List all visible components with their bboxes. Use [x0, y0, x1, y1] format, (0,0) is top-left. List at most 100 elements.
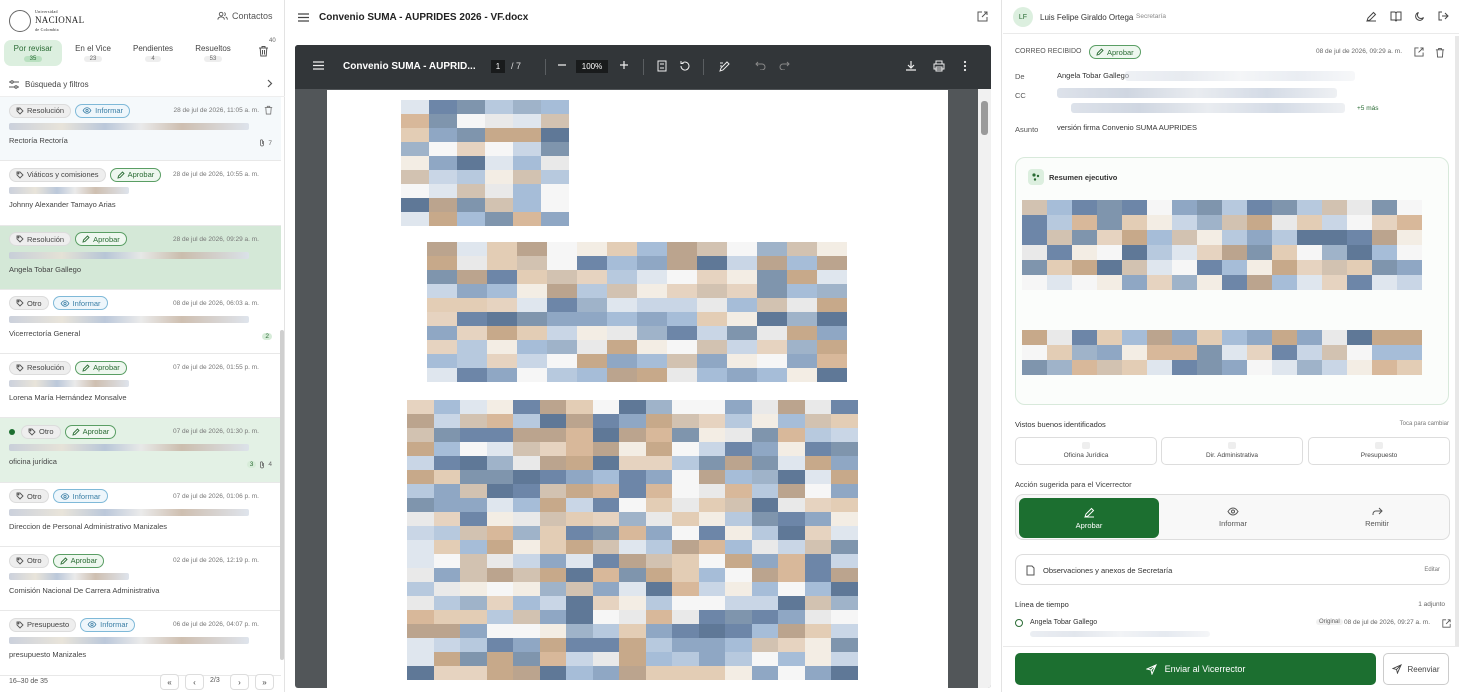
mail-item[interactable]: Otro Aprobar 02 de jul de 2026, 12:19 p. m… [0, 547, 281, 612]
category-chip: Otro [9, 489, 49, 504]
paperclip-icon [259, 139, 265, 147]
more-options-icon[interactable] [963, 60, 967, 72]
mail-item[interactable]: Resolución Aprobar 07 de jul de 2026, 01:5… [0, 354, 281, 419]
mail-date: 28 de jul de 2026, 10:55 a. m. [172, 171, 259, 179]
visto-dir-administrativa[interactable]: Dir. Administrativa [1161, 437, 1303, 465]
pencil-icon [59, 556, 68, 565]
pdf-viewer: Convenio SUMA - AUPRID... 1 / 7 100% [295, 45, 991, 688]
page-number-input[interactable]: 1 [491, 60, 505, 73]
tab-resueltos[interactable]: Resueltos 53 [184, 40, 242, 66]
logo-seal-icon [9, 9, 31, 32]
action-remitir[interactable]: Remitir [1307, 498, 1447, 538]
moon-icon[interactable] [1415, 11, 1425, 22]
mail-item[interactable]: Viáticos y comisiones Aprobar 28 de jul de… [0, 161, 281, 226]
prev-page-button[interactable]: ‹ [185, 674, 204, 690]
last-page-button[interactable]: » [255, 674, 274, 690]
redacted-summary-block-2 [1022, 330, 1422, 375]
next-page-button[interactable]: › [230, 674, 249, 690]
pencil-icon [82, 235, 90, 243]
mail-counts: 34 [246, 461, 272, 469]
hamburger-icon[interactable] [298, 12, 309, 22]
contacts-button[interactable]: Contactos [217, 11, 273, 21]
users-icon [217, 11, 228, 21]
action-informar[interactable]: Informar [1163, 498, 1303, 538]
mail-counts: 2 [262, 333, 272, 341]
action-chip: Informar [75, 103, 131, 118]
rotate-icon[interactable] [679, 60, 691, 72]
document-icon [1026, 565, 1035, 576]
tag-icon [16, 621, 24, 629]
redacted-subject [9, 508, 249, 516]
tab-por-revisar[interactable]: Por revisar 35 [4, 40, 62, 66]
document-page [327, 90, 948, 688]
redacted-subject [9, 251, 249, 259]
category-chip: Otro [9, 553, 49, 568]
timeline-entry-name: Angela Tobar Gallego [1030, 619, 1098, 626]
visto-presupuesto[interactable]: Presupuesto [1308, 437, 1450, 465]
open-external-icon[interactable] [1442, 619, 1451, 628]
redacted-subject [9, 573, 129, 581]
category-chip: Otro [9, 296, 49, 311]
subject-value: versión firma Convenio SUMA AUPRIDES [1057, 123, 1198, 132]
search-and-filters[interactable]: Búsqueda y filtros [0, 72, 285, 97]
send-icon [1392, 664, 1403, 674]
action-chip: Aprobar [64, 424, 117, 439]
zoom-in-button[interactable] [619, 60, 629, 70]
mail-item[interactable]: Otro Informar 07 de jul de 2026, 01:06 p. … [0, 483, 281, 548]
download-icon[interactable] [905, 60, 917, 72]
undo-icon[interactable] [755, 60, 766, 70]
tab-pendientes[interactable]: Pendientes 4 [124, 40, 182, 66]
first-page-button[interactable]: « [160, 674, 179, 690]
cc-more-link[interactable]: +5 más [1357, 105, 1379, 112]
menu-icon[interactable] [313, 61, 324, 70]
detail-scrollbar[interactable] [1455, 36, 1459, 656]
logout-icon[interactable] [1438, 11, 1449, 22]
redacted-summary-block [1022, 200, 1422, 290]
mail-item[interactable]: Resolución Aprobar 28 de jul de 2026, 09:2… [0, 225, 281, 290]
redo-icon[interactable] [779, 60, 790, 70]
trash-icon[interactable] [1435, 47, 1445, 58]
open-external-icon[interactable] [977, 11, 988, 22]
list-scrollbar[interactable] [280, 330, 284, 660]
eye-icon [1163, 507, 1303, 516]
summary-title: Resumen ejecutivo [1049, 173, 1118, 182]
mail-date: 07 de jul de 2026, 01:30 p. m. [172, 428, 259, 436]
sparkle-icon [1028, 169, 1044, 185]
edit-icon[interactable] [1366, 11, 1377, 22]
fit-page-icon[interactable] [657, 60, 667, 72]
mail-counts: 7 [259, 139, 272, 147]
redacted-subject [9, 380, 129, 388]
zoom-out-button[interactable] [557, 60, 567, 70]
trash-button[interactable] [258, 45, 269, 59]
action-chip: Aprobar [52, 553, 105, 568]
action-aprobar[interactable]: Aprobar [1019, 498, 1159, 538]
email-status-badge: Aprobar [1089, 45, 1141, 59]
timeline-heading: Línea de tiempo [1015, 600, 1069, 609]
annotate-icon[interactable] [719, 60, 731, 72]
redacted-subject [9, 123, 249, 130]
print-icon[interactable] [933, 60, 945, 72]
mail-date: 07 de jul de 2026, 01:06 p. m. [172, 492, 259, 500]
send-to-vicerrector-button[interactable]: Enviar al Vicerrector [1015, 653, 1376, 685]
zoom-level[interactable]: 100% [576, 60, 608, 73]
mail-item[interactable]: Resolución Informar 28 de jul de 2026, 11:… [0, 97, 281, 162]
cc-label: CC [1015, 91, 1026, 100]
vistos-change-link[interactable]: Toca para cambiar [1400, 421, 1449, 427]
pencil-icon [1019, 507, 1159, 518]
tab-en-el-vice[interactable]: En el Vice 23 [64, 40, 122, 66]
resend-button[interactable]: Reenviar [1383, 653, 1449, 685]
mail-item[interactable]: Otro Informar 08 de jul de 2026, 06:03 a. … [0, 290, 281, 355]
book-icon[interactable] [1390, 11, 1402, 22]
eye-icon [60, 300, 70, 307]
mail-item[interactable]: Presupuesto Informar 06 de jul de 2026, 04… [0, 611, 281, 676]
visto-oficina-juridica[interactable]: Oficina Jurídica [1015, 437, 1157, 465]
tag-icon [16, 299, 24, 308]
open-external-icon[interactable] [1414, 47, 1424, 57]
pdf-scrollbar[interactable] [978, 89, 991, 688]
attachments-count: 1 adjunto [1418, 601, 1445, 608]
edit-link[interactable]: Editar [1424, 567, 1440, 573]
inbox-tabs: Por revisar 35 En el Vice 23 Pendientes … [4, 40, 242, 66]
observaciones-section[interactable]: Observaciones y anexos de Secretaría Edi… [1015, 554, 1450, 585]
trash-icon[interactable] [264, 105, 273, 115]
mail-item[interactable]: Otro Aprobar 07 de jul de 2026, 01:30 p. m… [0, 418, 281, 483]
